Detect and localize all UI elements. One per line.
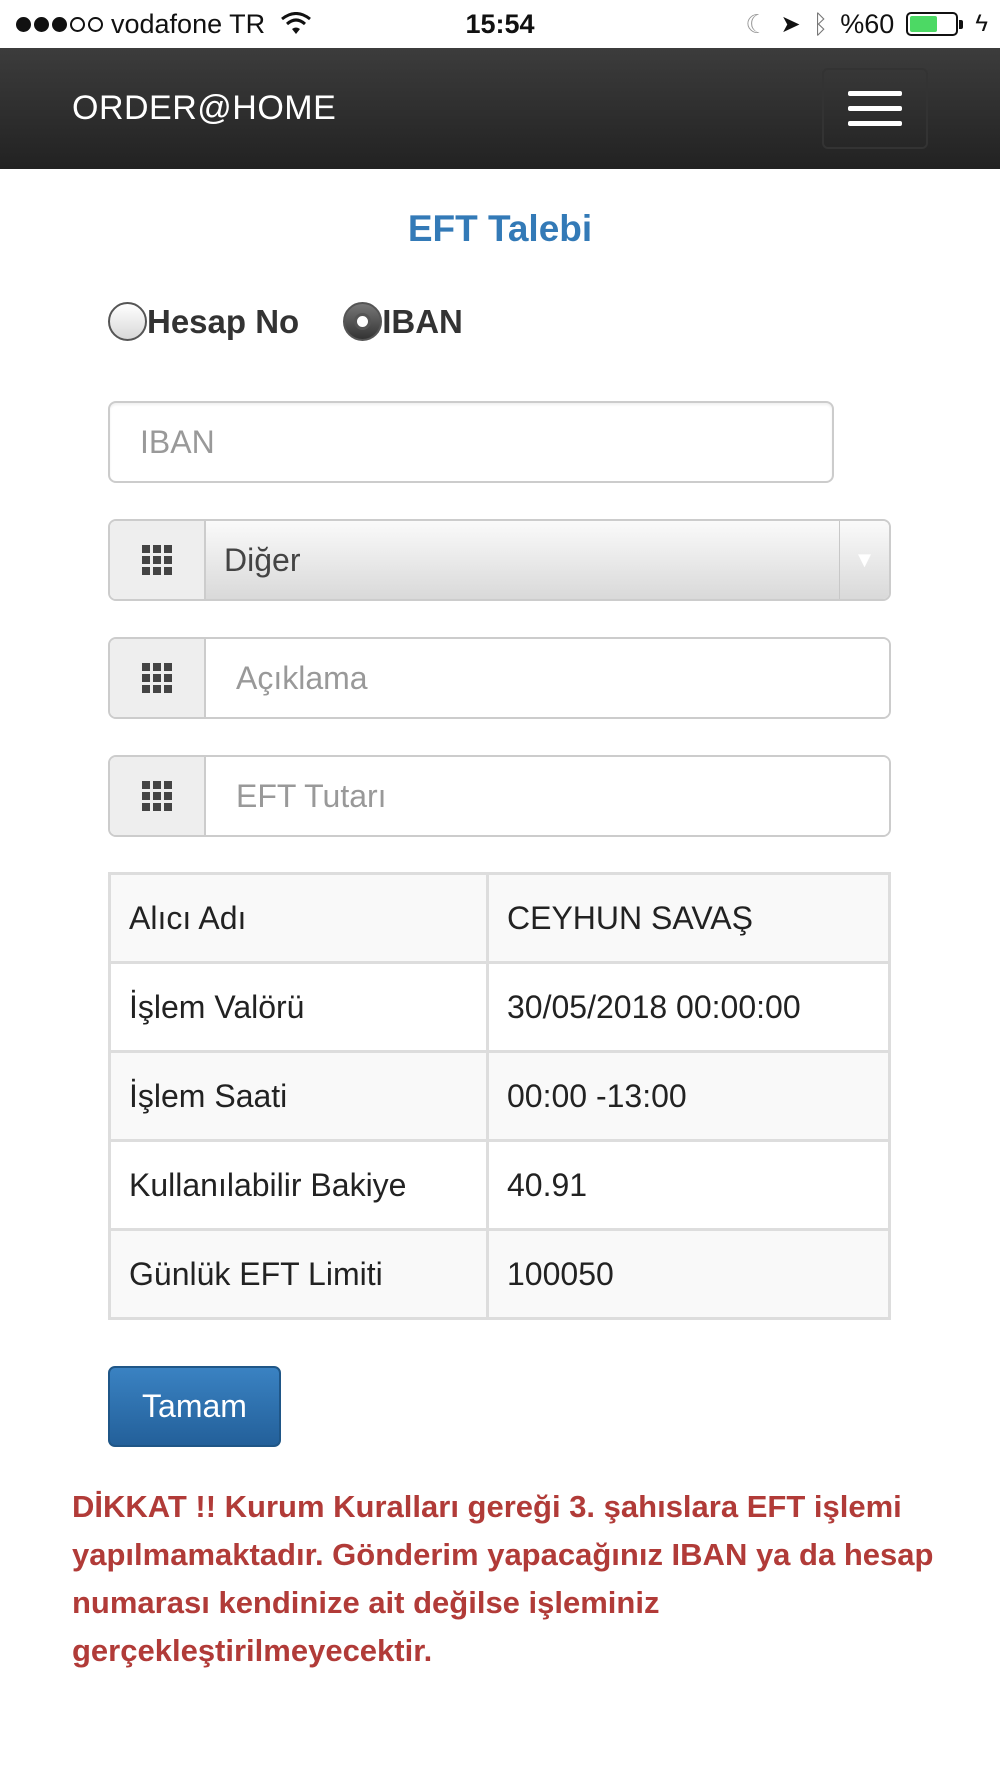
page-title: EFT Talebi [407,208,593,249]
row-label: Alıcı Adı [108,872,489,964]
info-table: Alıcı Adı CEYHUN SAVAŞ İşlem Valörü 30/0… [108,872,891,1320]
table-row: İşlem Valörü 30/05/2018 00:00:00 [108,961,891,1053]
bank-select-value: Diğer [224,541,301,578]
row-value: 40.91 [486,1139,891,1231]
menu-toggle-button[interactable] [822,68,928,149]
radio-button-checked[interactable] [343,302,383,341]
row-value: 00:00 -13:00 [486,1050,891,1142]
amount-group [108,755,891,837]
row-value: 30/05/2018 00:00:00 [486,961,891,1053]
row-label: Kullanılabilir Bakiye [108,1139,489,1231]
grid-icon [142,545,172,575]
row-label: Günlük EFT Limiti [108,1228,489,1320]
row-value: CEYHUN SAVAŞ [486,872,891,964]
amount-addon [110,757,206,835]
select-addon [110,521,206,599]
description-addon [110,639,206,717]
account-type-radio-group: Hesap No IBAN [108,302,507,341]
table-row: Alıcı Adı CEYHUN SAVAŞ [108,872,891,964]
bank-select[interactable]: Diğer ▼ [206,521,889,599]
hamburger-icon-bar [848,106,902,111]
radio-label: Hesap No [147,302,300,340]
table-row: Günlük EFT Limiti 100050 [108,1228,891,1320]
radio-option-iban[interactable]: IBAN [343,302,463,341]
chevron-down-icon[interactable]: ▼ [839,521,889,599]
description-input[interactable] [206,639,889,717]
table-row: Kullanılabilir Bakiye 40.91 [108,1139,891,1231]
radio-option-hesap-no[interactable]: Hesap No [108,302,299,341]
moon-icon: ☾ [745,8,769,39]
bank-select-group: Diğer ▼ [108,519,891,601]
row-label: İşlem Saati [108,1050,489,1142]
bluetooth-icon: ᛒ [812,8,829,39]
status-bar: vodafone TR 15:54 ☾ ➤ ᛒ %60 ϟ [0,0,1000,48]
navbar: ORDER@HOME [0,48,1000,169]
warning-text: DİKKAT !! Kurum Kuralları gereği 3. şahı… [72,1489,934,1668]
status-right: ☾ ➤ ᛒ %60 ϟ [745,9,988,40]
location-arrow-icon: ➤ [780,10,801,38]
radio-button[interactable] [108,302,147,341]
table-row: İşlem Saati 00:00 -13:00 [108,1050,891,1142]
grid-icon [142,663,172,693]
battery-fill [910,16,937,32]
brand-link[interactable]: ORDER@HOME [72,48,336,169]
eft-amount-input[interactable] [206,757,889,835]
hamburger-icon-bar [848,91,902,96]
grid-icon [142,781,172,811]
iban-input[interactable] [108,401,834,483]
charging-icon: ϟ [975,10,988,37]
radio-label: IBAN [382,302,463,340]
hamburger-icon-bar [848,121,902,126]
battery-icon [906,12,964,36]
row-label: İşlem Valörü [108,961,489,1053]
battery-percent: %60 [840,8,895,39]
description-group [108,637,891,719]
submit-button[interactable]: Tamam [108,1366,281,1447]
row-value: 100050 [486,1228,891,1320]
